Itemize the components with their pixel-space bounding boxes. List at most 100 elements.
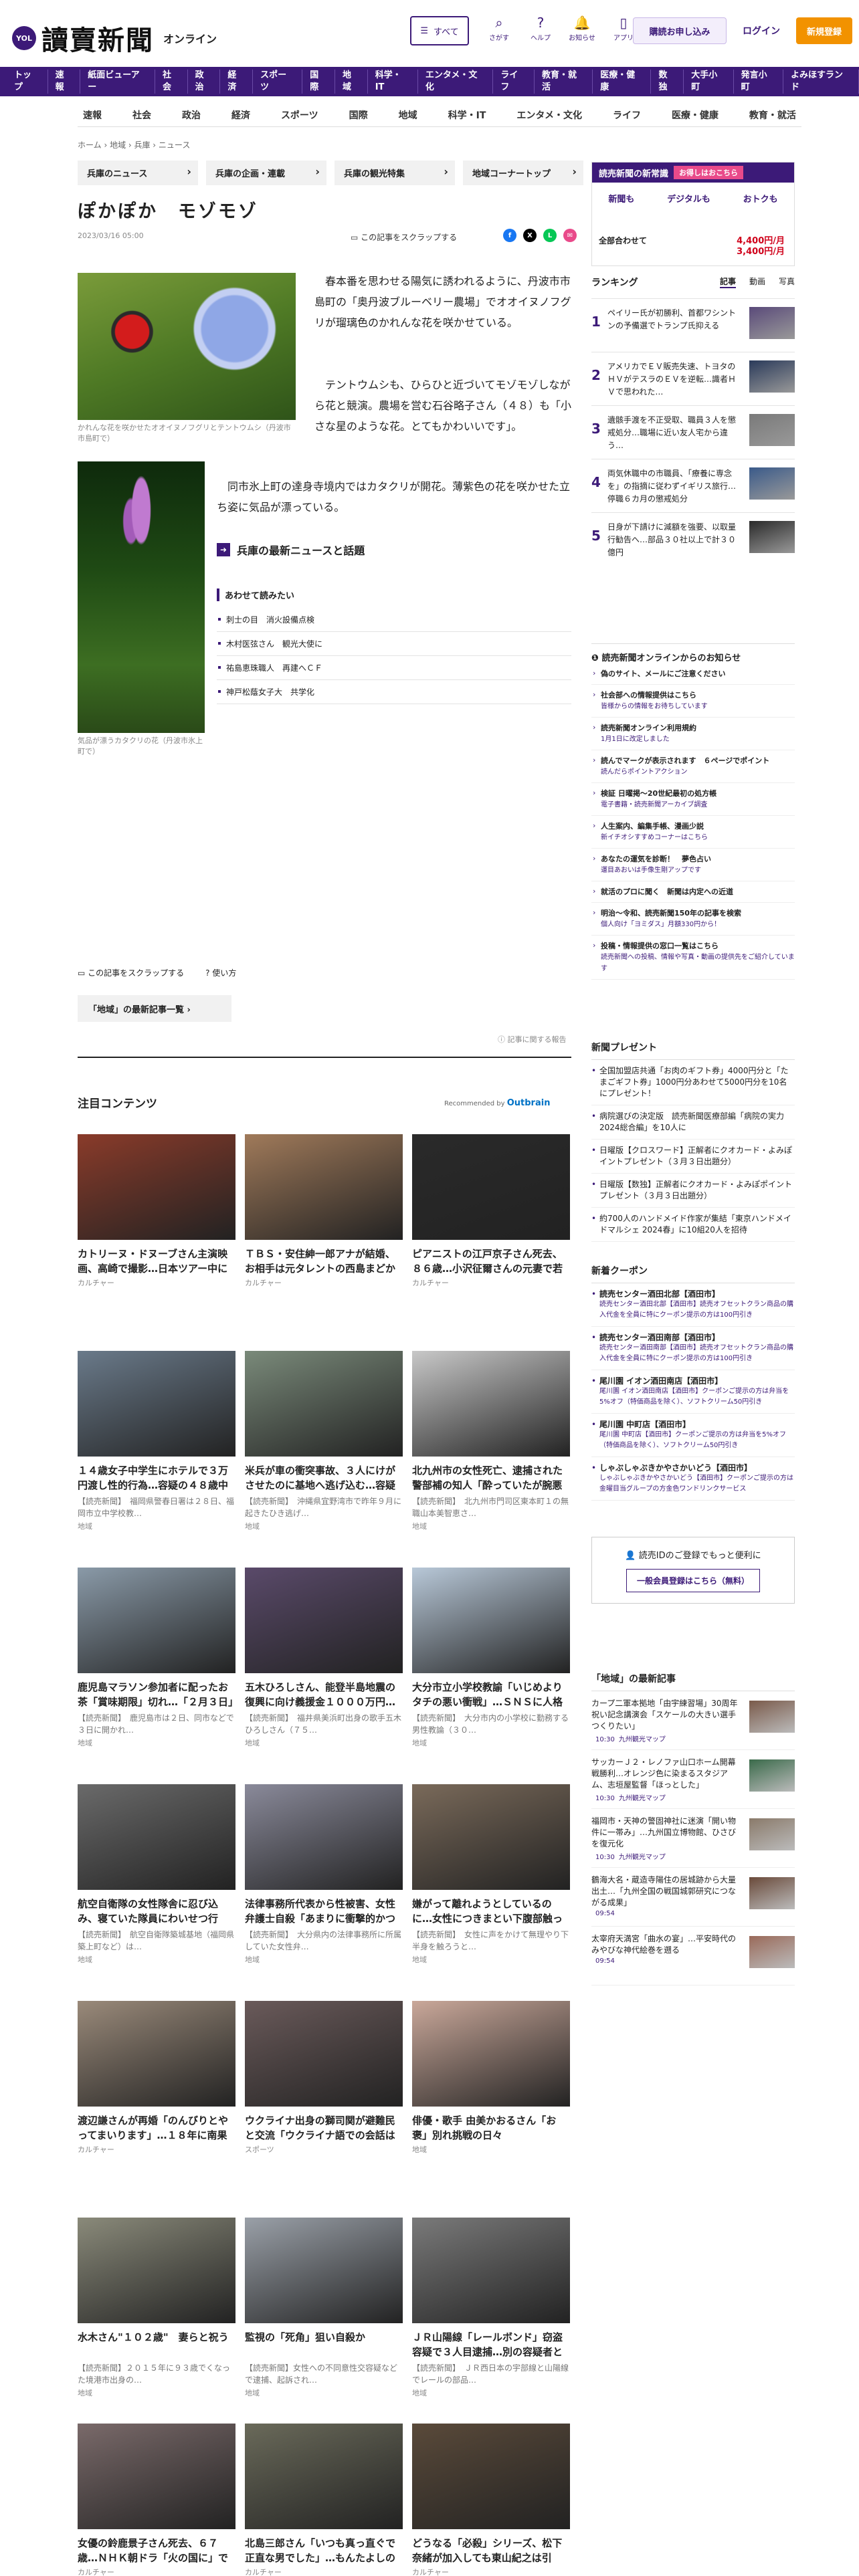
card-thumbnail[interactable] [412, 2424, 570, 2529]
present-item[interactable]: 日曜版【数独】正解者にクオカード・よみぽポイントプレゼント（３月３日出題分） [591, 1174, 795, 1208]
nav-item[interactable]: 経済 [220, 70, 254, 94]
subnav-item[interactable]: 経済 [226, 108, 256, 126]
coupon-item[interactable]: 読売センター酒田南部【酒田市】読売センター酒田南部【酒田市】読売オフセットクラン… [591, 1327, 795, 1370]
local-item[interactable]: 太宰府天満宮「曲水の宴」…平安時代のみやびな神代絵巻を遡る 09:54 [591, 1927, 795, 1985]
subnav-item[interactable]: 政治 [177, 108, 206, 126]
rank-title[interactable]: 日身が下請けに減額を強要、以取量行勧告へ…部品３０社以上で計３０億円 [607, 521, 739, 559]
content-card[interactable]: 北島三郎さん「いつも真っ直ぐで正直な男でした」…もんたよしのりさん、事… カルチャ… [245, 2424, 403, 2576]
card-title[interactable]: 鹿児島マラソン参加者に配ったお茶「賞味期限」切れ…「２月３日」の紙パ… [78, 1680, 235, 1709]
card-thumbnail[interactable] [78, 2218, 235, 2323]
login-button[interactable]: ログイン [735, 17, 788, 44]
register-button[interactable]: 新規登録 [796, 17, 852, 44]
card-title[interactable]: ウクライナ出身の獅司関が避難民と交流「ウクライナ語での会話は久しぶり、… [245, 2113, 403, 2143]
card-title[interactable]: 米兵が車の衝突事故、３人にけがさせたのに基地へ逃げ込む…容疑で書類送検 [245, 1463, 403, 1493]
card-thumbnail[interactable] [412, 2218, 570, 2323]
content-card[interactable]: 航空自衛隊の女性隊舎に忍び込み、寝ていた隊員にわいせつ行為…３等空尉を… 【読売新… [78, 1784, 235, 1965]
card-title[interactable]: 航空自衛隊の女性隊舎に忍び込み、寝ていた隊員にわいせつ行為…３等空尉を… [78, 1897, 235, 1926]
ranking-item[interactable]: 2 アメリカでＥＶ販売失速、トヨタのＨＶがテスラのＥＶを逆転…識者ＨＶで思われた… [591, 352, 795, 400]
local-title[interactable]: サッカーＪ２・レノファ山口ホーム開幕戦勝利…オレンジ色に染まるスタジアム、志垣屋… [591, 1757, 739, 1791]
card-thumbnail[interactable] [245, 2218, 403, 2323]
rank-title[interactable]: 両気休職中の市職員、「療養に専念を」の指摘に従わずイギリス旅行…停職６カ月の懲戒… [607, 467, 739, 506]
rank-thumbnail[interactable] [749, 467, 795, 500]
notice-item[interactable]: 就活のプロに聞く 新聞は内定への近道 [591, 881, 795, 903]
card-thumbnail[interactable] [412, 1784, 570, 1890]
prefecture-news-link[interactable]: ➜ 兵庫の最新ニュースと話題 [217, 542, 365, 558]
card-thumbnail[interactable] [78, 2424, 235, 2529]
region-tag[interactable]: 地域コーナートップ [463, 160, 583, 185]
line-icon[interactable]: L [543, 229, 557, 242]
present-item[interactable]: 約700人のハンドメイド作家が集結「東京ハンドメイドマルシェ 2024春」に10… [591, 1208, 795, 1242]
local-thumbnail[interactable] [749, 1877, 795, 1909]
rank-thumbnail[interactable] [749, 521, 795, 553]
content-card[interactable]: ＪＲ山陽線「レールボンド」窃盗容疑で３人目逮捕…別の容疑者と共謀、… 【読売新聞】… [412, 2218, 570, 2398]
breadcrumb[interactable]: ホーム › 地域 › 兵庫 › ニュース [78, 139, 190, 150]
related-item[interactable]: 祐島恵珠職人 再建へＣＦ [217, 656, 571, 680]
card-title[interactable]: ＪＲ山陽線「レールボンド」窃盗容疑で３人目逮捕…別の容疑者と共謀、… [412, 2330, 570, 2359]
card-title[interactable]: どうなる「必殺」シリーズ、松下奈緒が加入しても東山紀之は引退…自宅に… [412, 2536, 570, 2565]
card-thumbnail[interactable] [245, 2424, 403, 2529]
related-item[interactable]: 神戸松蔭女子大 共学化 [217, 680, 571, 704]
coupon-item[interactable]: しゃぶしゃぶきかやさかいどう【酒田市】しゃぶしゃぶきかやさかいどう【酒田市】クー… [591, 1457, 795, 1501]
content-card[interactable]: 大分市立小学校教諭「いじめよりタチの悪い衝戦」…ＳＮＳに人格否定するよう… 【読売… [412, 1568, 570, 1748]
katakuri-flower-photo[interactable] [78, 461, 205, 733]
tab-articles[interactable]: 記事 [719, 276, 736, 288]
card-thumbnail[interactable] [412, 1351, 570, 1457]
card-title[interactable]: 大分市立小学校教諭「いじめよりタチの悪い衝戦」…ＳＮＳに人格否定するよう… [412, 1680, 570, 1709]
card-thumbnail[interactable] [245, 2001, 403, 2107]
local-title[interactable]: 太宰府天満宮「曲水の宴」…平安時代のみやびな神代絵巻を遡る [591, 1933, 739, 1956]
nav-item[interactable]: 紙面ビューアー [80, 70, 155, 94]
nav-item[interactable]: 国際 [302, 70, 335, 94]
notice-item[interactable]: あなたの運気を診断！ 夢色占い運目あおいは手像生剛アップです [591, 849, 795, 881]
card-thumbnail[interactable] [78, 1784, 235, 1890]
subnav-item[interactable]: 科学・IT [443, 108, 492, 126]
subnav-item[interactable]: 国際 [344, 108, 373, 126]
x-icon[interactable]: X [523, 229, 537, 242]
report-link[interactable]: ⓘ 記事に関する報告 [498, 1034, 567, 1045]
tab-photos[interactable]: 写真 [779, 276, 795, 288]
content-card[interactable]: 法律事務所代表から性被害、女性弁護士自殺「あまりに衝撃的かつ屈辱的」… 【読売新聞… [245, 1784, 403, 1965]
card-thumbnail[interactable] [245, 1134, 403, 1240]
general-register-button[interactable]: 一般会員登録はこちら（無料） [626, 1569, 760, 1592]
card-thumbnail[interactable] [245, 1351, 403, 1457]
present-item[interactable]: 日曜版【クロスワード】正解者にクオカード・よみぽイントプレゼント（３月３日出題分… [591, 1140, 795, 1174]
card-title[interactable]: 五木ひろしさん、能登半島地震の復興に向け義援金１０００万円…「古里へ… [245, 1680, 403, 1709]
card-thumbnail[interactable] [78, 1568, 235, 1673]
local-item[interactable]: 福岡市・天神の警固神社に迷演「開い物件に一帯み」…九州国立博物館、ひさびを復元化… [591, 1809, 795, 1868]
site-logo[interactable]: YOL 讀賣新聞 オンライン [12, 19, 217, 58]
content-card[interactable]: 渡辺謙さんが再婚「のんびりとやってまいります」…１８年に南果歩さんと離婚カルチャ… [78, 2001, 235, 2155]
local-thumbnail[interactable] [749, 1818, 795, 1850]
card-title[interactable]: 女優の鈴鹿景子さん死去、６７歳…ＮＨＫ朝ドラ「火の国に」でヒロイン [78, 2536, 235, 2565]
rank-thumbnail[interactable] [749, 360, 795, 393]
related-item[interactable]: 刺士の目 消火設備点検 [217, 608, 571, 632]
region-tag[interactable]: 兵庫の観光特集 [335, 160, 455, 185]
coupon-item[interactable]: 読売センター酒田北部【酒田市】読売センター酒田北部【酒田市】読売オフセットクラン… [591, 1283, 795, 1327]
coupon-item[interactable]: 尾川園 イオン酒田南店【酒田市】尾川園 イオン酒田南店【酒田市】クーポンご提示の… [591, 1370, 795, 1414]
nav-item[interactable]: 発言小町 [734, 70, 784, 94]
notice-item[interactable]: 投稿・情報提供の窓口一覧はこちら読売新聞への投稿、情報や写真・動画の提供先をご紹… [591, 936, 795, 980]
ladybug-flower-photo[interactable] [78, 273, 296, 420]
content-card[interactable]: どうなる「必殺」シリーズ、松下奈緒が加入しても東山紀之は引退…自宅に… カルチャー [412, 2424, 570, 2576]
card-title[interactable]: 北島三郎さん「いつも真っ直ぐで正直な男でした」…もんたよしのりさん、事… [245, 2536, 403, 2565]
region-tag[interactable]: 兵庫の企画・連載 [206, 160, 326, 185]
content-card[interactable]: 水木さん"１０２歳" 妻らと祝う 【読売新聞】２０１５年に９３歳でくなった境港市出… [78, 2218, 235, 2398]
subnav-item[interactable]: ライフ [607, 108, 646, 126]
subscription-promo[interactable]: 読売新聞の新常識 お得しはおこちら 新聞も デジタルも おトクも 全部合わせて 4… [591, 162, 795, 266]
rank-title[interactable]: ペイリー氏が初勝利、首都ワシントンの予備選でトランプ氏抑える [607, 307, 739, 332]
card-title[interactable]: 北九州市の女性死亡、逮捕された警部補の知人「酔っていたが腕悪な雰囲気で… [412, 1463, 570, 1493]
card-title[interactable]: 俳優・歌手 由美かおるさん「お褒」別れ挑戦の日々 [412, 2113, 570, 2143]
subnav-item[interactable]: 社会 [127, 108, 157, 126]
scrap-footer-button[interactable]: ▭ この記事をスクラップする [78, 967, 184, 978]
notice-item[interactable]: 読売新聞オンライン利用規約 1月1日に改定しました [591, 718, 795, 750]
subnav-item[interactable]: 医療・健康 [666, 108, 724, 126]
card-title[interactable]: カトリーヌ・ドヌーブさん主演映画、高崎で撮影…日本ツアー中に突然亡くなった… [78, 1247, 235, 1276]
card-title[interactable]: 渡辺謙さんが再婚「のんびりとやってまいります」…１８年に南果歩さんと離婚 [78, 2113, 235, 2143]
card-title[interactable]: 嫌がって離れようとしているのに…女性につきまとい下腹部触った中学教諭… [412, 1897, 570, 1926]
content-card[interactable]: 俳優・歌手 由美かおるさん「お褒」別れ挑戦の日々 地域 [412, 2001, 570, 2155]
ranking-item[interactable]: 1 ペイリー氏が初勝利、首都ワシントンの予備選でトランプ氏抑える [591, 298, 795, 346]
subnav-item[interactable]: 教育・就活 [744, 108, 801, 126]
notice-item[interactable]: 読んでマークが表示されます ６ページでポイント読んだらポイントアクション [591, 750, 795, 783]
local-item[interactable]: サッカーＪ２・レノファ山口ホーム開幕戦勝利…オレンジ色に染まるスタジアム、志垣屋… [591, 1750, 795, 1809]
facebook-icon[interactable]: f [503, 229, 516, 242]
content-card[interactable]: 五木ひろしさん、能登半島地震の復興に向け義援金１０００万円…「古里へ… 【読売新聞… [245, 1568, 403, 1748]
content-card[interactable]: 女優の鈴鹿景子さん死去、６７歳…ＮＨＫ朝ドラ「火の国に」でヒロインカルチャー [78, 2424, 235, 2576]
